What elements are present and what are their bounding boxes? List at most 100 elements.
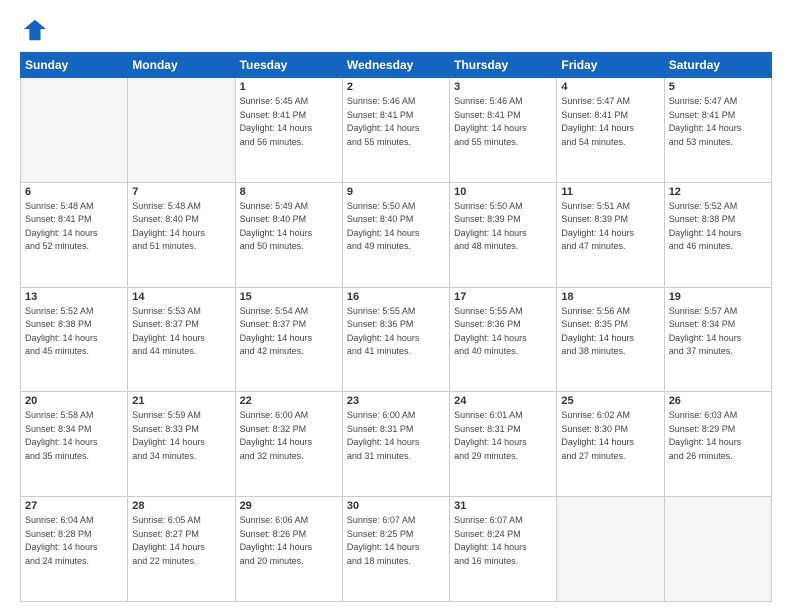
- day-cell: 22 Sunrise: 6:00 AM Sunset: 8:32 PM Dayli…: [235, 392, 342, 497]
- day-cell: 25 Sunrise: 6:02 AM Sunset: 8:30 PM Dayli…: [557, 392, 664, 497]
- day-info: Sunrise: 6:00 AM Sunset: 8:32 PM Dayligh…: [240, 409, 338, 463]
- day-info: Sunrise: 5:50 AM Sunset: 8:39 PM Dayligh…: [454, 200, 552, 254]
- day-number: 13: [25, 291, 123, 303]
- day-cell: [557, 497, 664, 602]
- day-info: Sunrise: 5:54 AM Sunset: 8:37 PM Dayligh…: [240, 305, 338, 359]
- day-info: Sunrise: 5:52 AM Sunset: 8:38 PM Dayligh…: [669, 200, 767, 254]
- day-info: Sunrise: 6:00 AM Sunset: 8:31 PM Dayligh…: [347, 409, 445, 463]
- calendar-header-wednesday: Wednesday: [342, 53, 449, 78]
- day-number: 1: [240, 81, 338, 93]
- day-info: Sunrise: 5:58 AM Sunset: 8:34 PM Dayligh…: [25, 409, 123, 463]
- day-info: Sunrise: 5:46 AM Sunset: 8:41 PM Dayligh…: [454, 95, 552, 149]
- day-cell: 10 Sunrise: 5:50 AM Sunset: 8:39 PM Dayli…: [450, 182, 557, 287]
- day-info: Sunrise: 6:07 AM Sunset: 8:25 PM Dayligh…: [347, 514, 445, 568]
- day-number: 11: [561, 186, 659, 198]
- day-info: Sunrise: 5:53 AM Sunset: 8:37 PM Dayligh…: [132, 305, 230, 359]
- day-number: 24: [454, 395, 552, 407]
- day-cell: 5 Sunrise: 5:47 AM Sunset: 8:41 PM Daylig…: [664, 78, 771, 183]
- day-cell: 28 Sunrise: 6:05 AM Sunset: 8:27 PM Dayli…: [128, 497, 235, 602]
- week-row-4: 20 Sunrise: 5:58 AM Sunset: 8:34 PM Dayli…: [21, 392, 772, 497]
- day-info: Sunrise: 6:07 AM Sunset: 8:24 PM Dayligh…: [454, 514, 552, 568]
- day-info: Sunrise: 5:55 AM Sunset: 8:36 PM Dayligh…: [347, 305, 445, 359]
- day-cell: 12 Sunrise: 5:52 AM Sunset: 8:38 PM Dayli…: [664, 182, 771, 287]
- day-cell: 20 Sunrise: 5:58 AM Sunset: 8:34 PM Dayli…: [21, 392, 128, 497]
- day-number: 30: [347, 500, 445, 512]
- page: SundayMondayTuesdayWednesdayThursdayFrid…: [0, 0, 792, 612]
- day-number: 7: [132, 186, 230, 198]
- day-number: 31: [454, 500, 552, 512]
- day-info: Sunrise: 5:52 AM Sunset: 8:38 PM Dayligh…: [25, 305, 123, 359]
- day-number: 19: [669, 291, 767, 303]
- day-number: 9: [347, 186, 445, 198]
- day-info: Sunrise: 5:46 AM Sunset: 8:41 PM Dayligh…: [347, 95, 445, 149]
- day-number: 10: [454, 186, 552, 198]
- week-row-3: 13 Sunrise: 5:52 AM Sunset: 8:38 PM Dayli…: [21, 287, 772, 392]
- calendar-header-row: SundayMondayTuesdayWednesdayThursdayFrid…: [21, 53, 772, 78]
- day-cell: 17 Sunrise: 5:55 AM Sunset: 8:36 PM Dayli…: [450, 287, 557, 392]
- calendar-header-tuesday: Tuesday: [235, 53, 342, 78]
- day-number: 20: [25, 395, 123, 407]
- day-number: 21: [132, 395, 230, 407]
- day-info: Sunrise: 6:05 AM Sunset: 8:27 PM Dayligh…: [132, 514, 230, 568]
- logo-icon: [20, 16, 48, 44]
- day-info: Sunrise: 5:57 AM Sunset: 8:34 PM Dayligh…: [669, 305, 767, 359]
- day-number: 2: [347, 81, 445, 93]
- day-info: Sunrise: 5:48 AM Sunset: 8:41 PM Dayligh…: [25, 200, 123, 254]
- day-number: 26: [669, 395, 767, 407]
- day-cell: 3 Sunrise: 5:46 AM Sunset: 8:41 PM Daylig…: [450, 78, 557, 183]
- day-cell: 16 Sunrise: 5:55 AM Sunset: 8:36 PM Dayli…: [342, 287, 449, 392]
- day-info: Sunrise: 5:47 AM Sunset: 8:41 PM Dayligh…: [669, 95, 767, 149]
- day-cell: 19 Sunrise: 5:57 AM Sunset: 8:34 PM Dayli…: [664, 287, 771, 392]
- day-cell: [21, 78, 128, 183]
- day-info: Sunrise: 5:55 AM Sunset: 8:36 PM Dayligh…: [454, 305, 552, 359]
- day-number: 28: [132, 500, 230, 512]
- day-cell: 27 Sunrise: 6:04 AM Sunset: 8:28 PM Dayli…: [21, 497, 128, 602]
- day-number: 16: [347, 291, 445, 303]
- day-info: Sunrise: 5:45 AM Sunset: 8:41 PM Dayligh…: [240, 95, 338, 149]
- day-cell: [664, 497, 771, 602]
- day-info: Sunrise: 6:02 AM Sunset: 8:30 PM Dayligh…: [561, 409, 659, 463]
- header: [20, 16, 772, 44]
- day-cell: 2 Sunrise: 5:46 AM Sunset: 8:41 PM Daylig…: [342, 78, 449, 183]
- calendar-header-monday: Monday: [128, 53, 235, 78]
- day-cell: 15Sunrise: 5:54 AM Sunset: 8:37 PM Dayli…: [235, 287, 342, 392]
- day-number: 3: [454, 81, 552, 93]
- day-cell: 23 Sunrise: 6:00 AM Sunset: 8:31 PM Dayli…: [342, 392, 449, 497]
- day-number: 14: [132, 291, 230, 303]
- day-cell: 30 Sunrise: 6:07 AM Sunset: 8:25 PM Dayli…: [342, 497, 449, 602]
- day-cell: 6 Sunrise: 5:48 AM Sunset: 8:41 PM Daylig…: [21, 182, 128, 287]
- day-number: 5: [669, 81, 767, 93]
- day-cell: 13 Sunrise: 5:52 AM Sunset: 8:38 PM Dayli…: [21, 287, 128, 392]
- day-cell: 21Sunrise: 5:59 AM Sunset: 8:33 PM Dayli…: [128, 392, 235, 497]
- calendar-header-saturday: Saturday: [664, 53, 771, 78]
- day-info: Sunrise: 5:50 AM Sunset: 8:40 PM Dayligh…: [347, 200, 445, 254]
- calendar-header-sunday: Sunday: [21, 53, 128, 78]
- week-row-2: 6 Sunrise: 5:48 AM Sunset: 8:41 PM Daylig…: [21, 182, 772, 287]
- day-number: 22: [240, 395, 338, 407]
- day-number: 8: [240, 186, 338, 198]
- day-info: Sunrise: 5:56 AM Sunset: 8:35 PM Dayligh…: [561, 305, 659, 359]
- day-cell: 31 Sunrise: 6:07 AM Sunset: 8:24 PM Dayli…: [450, 497, 557, 602]
- day-cell: 26 Sunrise: 6:03 AM Sunset: 8:29 PM Dayli…: [664, 392, 771, 497]
- day-cell: [128, 78, 235, 183]
- day-number: 18: [561, 291, 659, 303]
- day-info: Sunrise: 5:47 AM Sunset: 8:41 PM Dayligh…: [561, 95, 659, 149]
- day-cell: 4Sunrise: 5:47 AM Sunset: 8:41 PM Daylig…: [557, 78, 664, 183]
- day-number: 25: [561, 395, 659, 407]
- day-info: Sunrise: 6:04 AM Sunset: 8:28 PM Dayligh…: [25, 514, 123, 568]
- day-number: 27: [25, 500, 123, 512]
- week-row-1: 1 Sunrise: 5:45 AM Sunset: 8:41 PM Daylig…: [21, 78, 772, 183]
- day-info: Sunrise: 6:03 AM Sunset: 8:29 PM Dayligh…: [669, 409, 767, 463]
- day-number: 29: [240, 500, 338, 512]
- day-number: 12: [669, 186, 767, 198]
- day-cell: 24Sunrise: 6:01 AM Sunset: 8:31 PM Dayli…: [450, 392, 557, 497]
- day-info: Sunrise: 6:06 AM Sunset: 8:26 PM Dayligh…: [240, 514, 338, 568]
- day-cell: 8 Sunrise: 5:49 AM Sunset: 8:40 PM Daylig…: [235, 182, 342, 287]
- day-info: Sunrise: 5:49 AM Sunset: 8:40 PM Dayligh…: [240, 200, 338, 254]
- day-cell: 9 Sunrise: 5:50 AM Sunset: 8:40 PM Daylig…: [342, 182, 449, 287]
- day-cell: 11Sunrise: 5:51 AM Sunset: 8:39 PM Dayli…: [557, 182, 664, 287]
- day-number: 23: [347, 395, 445, 407]
- day-number: 17: [454, 291, 552, 303]
- day-cell: 18 Sunrise: 5:56 AM Sunset: 8:35 PM Dayli…: [557, 287, 664, 392]
- day-number: 6: [25, 186, 123, 198]
